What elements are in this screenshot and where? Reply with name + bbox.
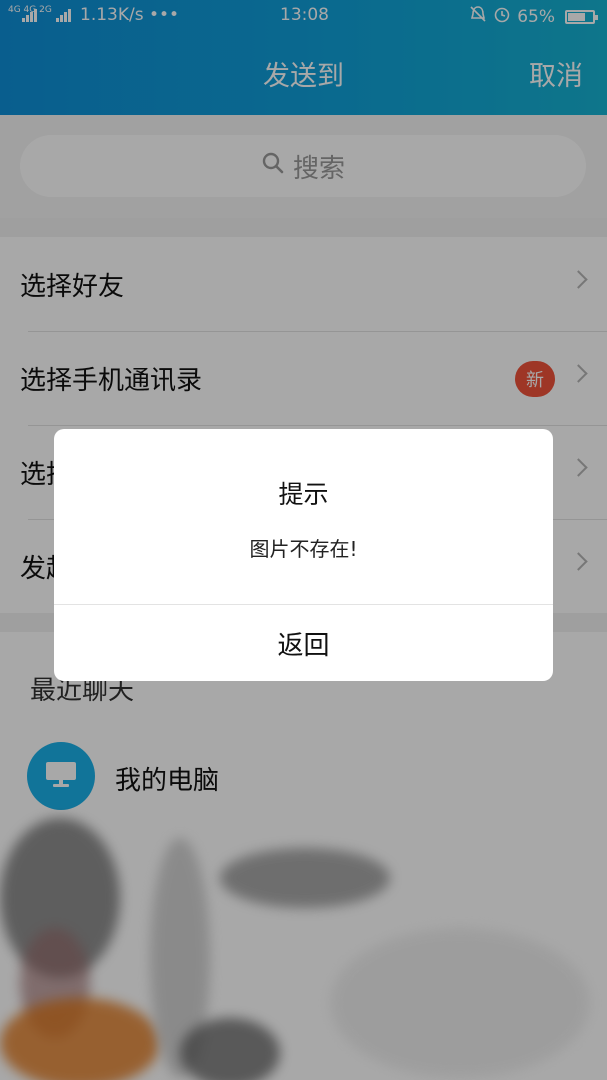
back-button[interactable]: 返回	[54, 605, 553, 681]
dialog-title: 提示	[278, 480, 329, 509]
alert-dialog: 提示 图片不存在! 返回	[54, 429, 553, 681]
dialog-message: 图片不存在!	[249, 537, 358, 561]
